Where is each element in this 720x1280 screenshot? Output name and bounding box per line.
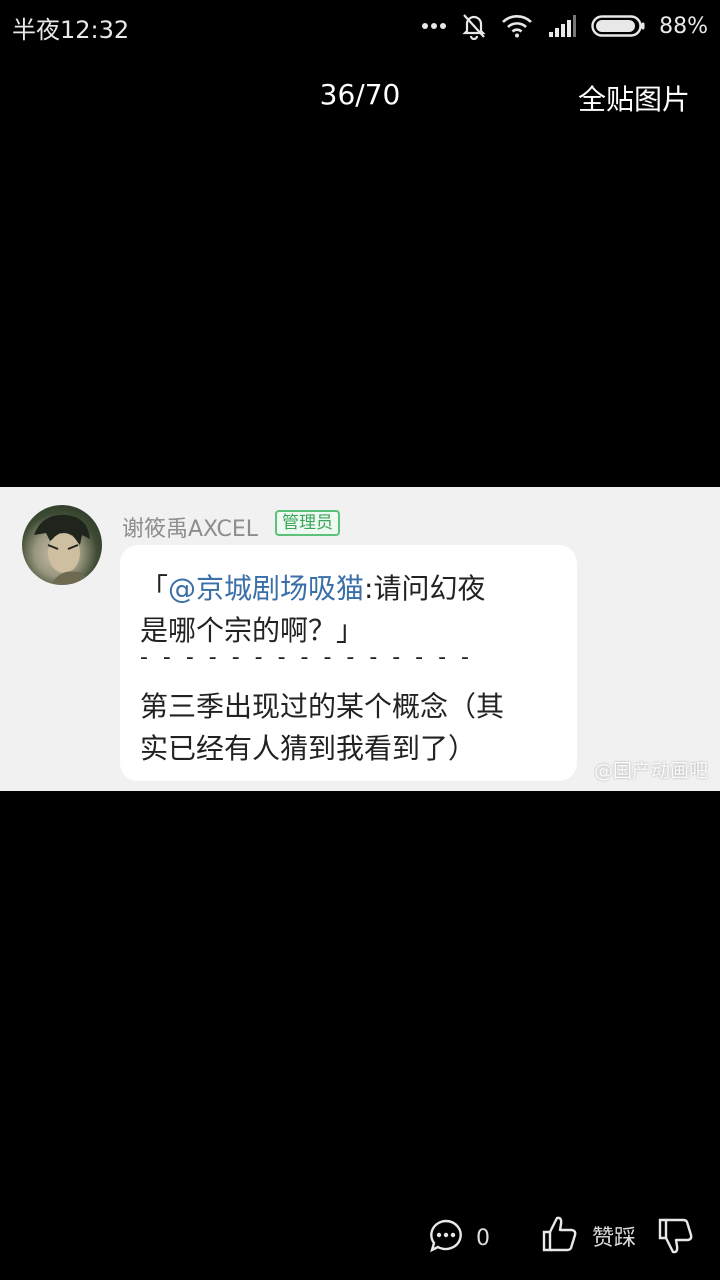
thumbs-up-icon — [540, 1214, 578, 1258]
quote-text: :请问幻夜 — [364, 572, 486, 605]
admin-badge: 管理员 — [275, 510, 340, 536]
quote-open-bracket: 「 — [140, 572, 169, 605]
status-bar: 半夜12:32 88% — [0, 0, 720, 52]
watermark: @国产动画吧 — [593, 760, 708, 782]
dislike-button[interactable] — [656, 1216, 694, 1260]
more-dots-icon — [421, 22, 447, 30]
like-button[interactable]: 赞踩 — [540, 1214, 636, 1258]
divider-line: - - - - - - - - - - - - - - - — [140, 645, 473, 670]
wifi-icon — [501, 14, 533, 38]
message-bubble: 「@京城剧场吸猫:请问幻夜 是哪个宗的啊？」 - - - - - - - - -… — [120, 545, 577, 781]
all-images-button[interactable]: 全贴图片 — [578, 78, 690, 118]
like-dislike-label: 赞踩 — [592, 1226, 637, 1251]
mute-bell-icon — [461, 12, 487, 40]
post-image[interactable]: 谢筱禹AXCEL 管理员 「@京城剧场吸猫:请问幻夜 是哪个宗的啊？」 - - … — [0, 487, 720, 791]
quote-line-2: 是哪个宗的啊？」 — [140, 614, 365, 647]
post-username: 谢筱禹AXCEL — [122, 517, 259, 542]
quote-line-1: 「@京城剧场吸猫:请问幻夜 — [140, 567, 485, 607]
comment-button[interactable]: 0 — [428, 1218, 490, 1258]
avatar — [22, 505, 102, 585]
signal-icon — [547, 14, 577, 38]
comment-icon — [428, 1218, 464, 1258]
reply-line-1: 第三季出现过的某个概念（其 — [140, 690, 505, 723]
status-time: 半夜12:32 — [12, 16, 130, 44]
battery-icon — [591, 14, 645, 38]
battery-percentage: 88% — [659, 13, 708, 39]
status-icons: 88% — [421, 8, 708, 44]
reply-line-2: 实已经有人猜到我看到了） — [140, 732, 477, 765]
bottom-action-bar: 0 赞踩 — [0, 1200, 720, 1280]
thumbs-down-icon — [656, 1218, 694, 1260]
comment-count: 0 — [476, 1225, 490, 1251]
mention-link: @京城剧场吸猫 — [168, 572, 365, 605]
